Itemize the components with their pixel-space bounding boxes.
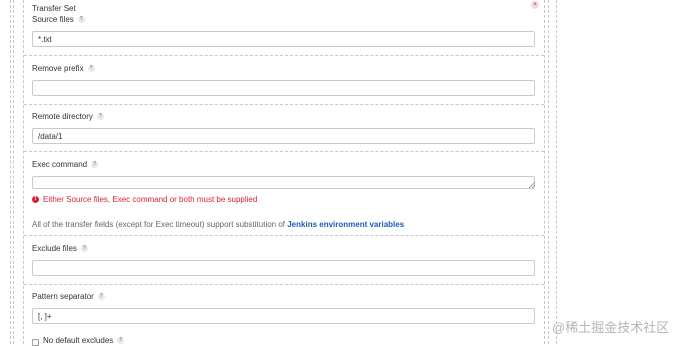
remove-prefix-label: Remove prefix ? [32, 64, 95, 73]
no-default-excludes-checkbox[interactable] [32, 339, 39, 346]
separator-5 [24, 284, 544, 285]
validation-error: ! Either Source files, Exec command or b… [32, 195, 257, 204]
pattern-separator-label: Pattern separator ? [32, 292, 105, 301]
watermark: @稀土掘金技术社区 [552, 320, 670, 335]
outer-right-guide [548, 0, 549, 344]
exclude-files-label: Exclude files ? [32, 244, 88, 253]
error-icon: ! [32, 196, 39, 203]
jenkins-env-vars-link[interactable]: Jenkins environment variables [287, 220, 404, 229]
pattern-separator-input[interactable] [32, 308, 535, 324]
help-icon[interactable]: ? [97, 293, 105, 300]
substitution-note: All of the transfer fields (except for E… [32, 220, 404, 229]
error-text: Either Source files, Exec command or bot… [43, 195, 258, 204]
resize-handle[interactable] [529, 182, 535, 188]
help-icon[interactable]: ? [80, 245, 88, 252]
section-left-border [23, 0, 24, 344]
note-text: All of the transfer fields (except for E… [32, 220, 288, 229]
help-icon[interactable]: ? [117, 337, 125, 344]
exec-command-textarea[interactable] [32, 176, 535, 189]
section-title: Transfer Set [32, 4, 76, 13]
help-icon[interactable]: ? [96, 113, 104, 120]
source-files-label: Source files ? [32, 15, 85, 24]
help-icon[interactable]: ? [87, 65, 95, 72]
exec-command-label: Exec command ? [32, 160, 99, 169]
remote-directory-label: Remote directory ? [32, 112, 104, 121]
section-title-text: Transfer Set [32, 4, 76, 13]
help-icon[interactable]: ? [91, 161, 99, 168]
section-right-border [544, 0, 545, 344]
delete-transfer-set-button[interactable]: × [531, 1, 539, 9]
separator-4 [24, 235, 544, 236]
outer-left-guide-2 [13, 0, 14, 344]
exclude-files-input[interactable] [32, 260, 535, 276]
separator-1 [24, 55, 544, 56]
remove-prefix-input[interactable] [32, 80, 535, 96]
help-icon[interactable]: ? [77, 16, 85, 23]
remote-directory-input[interactable] [32, 128, 535, 144]
outer-right-guide-2 [556, 0, 557, 344]
separator-3 [24, 151, 544, 152]
separator-2 [24, 104, 544, 105]
outer-left-guide [10, 0, 11, 344]
source-files-input[interactable] [32, 31, 535, 47]
